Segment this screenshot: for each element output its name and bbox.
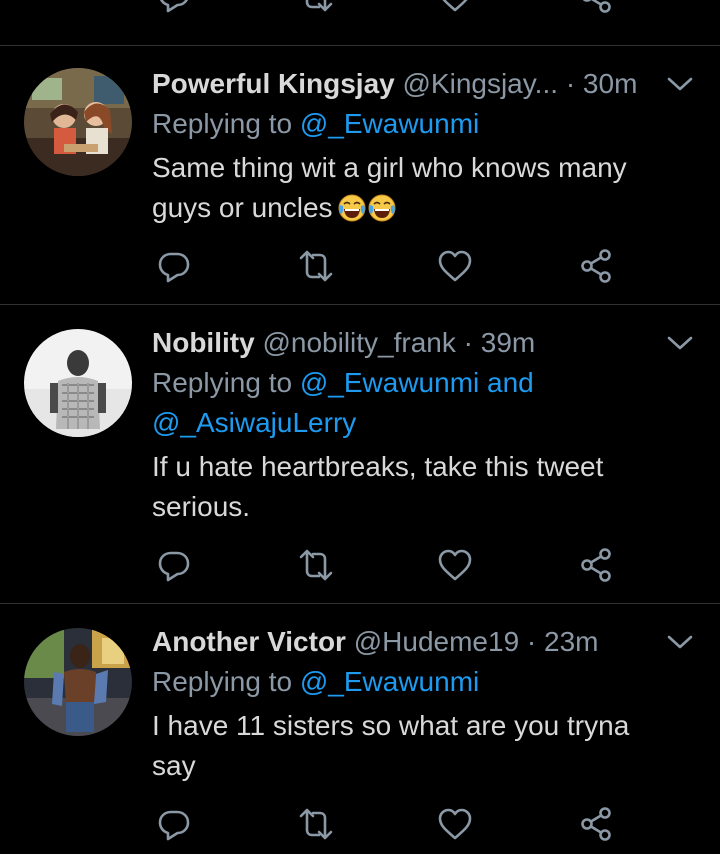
avatar[interactable] [24,329,132,437]
mention-link[interactable]: @_AsiwajuLerry [152,407,356,438]
comment-icon[interactable] [156,248,192,284]
retweet-icon[interactable] [298,0,334,14]
mention-link[interactable]: @_Ewawunmi [300,367,479,398]
replying-to-label: Replying to [152,367,293,398]
replying-to-label: Replying to [152,108,293,139]
tweet-actions [0,806,720,846]
replying-to-continued: @_AsiwajuLerry [152,405,356,441]
tweet-text-line: I have 11 sisters so what are you tryna [152,710,630,741]
comment-icon[interactable] [156,806,192,842]
share-icon[interactable] [578,547,614,583]
tweet-text-line: say [152,750,196,781]
user-handle[interactable]: @nobility_frank [262,327,455,358]
separator-dot: · [565,68,576,99]
replying-to: Replying to @_Ewawunmi and [152,365,534,401]
heart-icon[interactable] [437,248,473,284]
tweet-text: guys or uncles [152,192,333,223]
mention-link[interactable]: @_Ewawunmi [300,666,479,697]
tweet-text-line: guys or uncles [152,190,397,226]
retweet-icon[interactable] [298,248,334,284]
timestamp[interactable]: 23m [544,626,598,657]
separator-dot: · [526,626,537,657]
tweet-text-line: serious. [152,491,251,522]
heart-icon[interactable] [437,0,473,14]
separator-dot: · [463,327,473,358]
chevron-down-icon[interactable] [666,632,694,652]
share-icon[interactable] [578,248,614,284]
avatar[interactable] [24,68,132,176]
mention-conjunction[interactable]: and [487,367,534,398]
tweet[interactable]: Another Victor @Hudeme19 · 23m Replying … [0,604,720,854]
avatar[interactable] [24,628,132,736]
tweet-actions [0,547,720,587]
replying-to: Replying to @_Ewawunmi [152,664,479,700]
mention-link[interactable]: @_Ewawunmi [300,108,479,139]
tweet-text-line: If u hate heartbreaks, take this tweet [152,451,604,482]
heart-icon[interactable] [437,547,473,583]
tweet-header: Another Victor @Hudeme19 · 23m [152,624,680,660]
tweet-header: Powerful Kingsjay @Kingsjay... · 30m [152,66,680,102]
retweet-icon[interactable] [298,806,334,842]
replying-to: Replying to @_Ewawunmi [152,106,479,142]
timestamp[interactable]: 30m [583,68,637,99]
retweet-icon[interactable] [298,547,334,583]
timestamp[interactable]: 39m [481,327,535,358]
comment-icon[interactable] [156,547,192,583]
share-icon[interactable] [578,806,614,842]
replying-to-label: Replying to [152,666,293,697]
tears-of-joy-emoji-icon [367,193,397,223]
previous-tweet-actions [0,0,720,22]
heart-icon[interactable] [437,806,473,842]
tweet-header: Nobility @nobility_frank · 39m [152,325,680,361]
tweet-actions [0,248,720,288]
tweet[interactable]: Nobility @nobility_frank · 39m Replying … [0,305,720,603]
chevron-down-icon[interactable] [666,333,694,353]
chevron-down-icon[interactable] [666,74,694,94]
comment-icon[interactable] [156,0,192,14]
tears-of-joy-emoji-icon [337,193,367,223]
display-name[interactable]: Another Victor [152,626,346,657]
tweet-text-line: Same thing wit a girl who knows many [152,152,627,183]
share-icon[interactable] [578,0,614,14]
tweet[interactable]: Powerful Kingsjay @Kingsjay... · 30m Rep… [0,46,720,304]
user-handle[interactable]: @Hudeme19 [354,626,519,657]
user-handle[interactable]: @Kingsjay... [403,68,559,99]
display-name[interactable]: Nobility [152,327,255,358]
display-name[interactable]: Powerful Kingsjay [152,68,395,99]
